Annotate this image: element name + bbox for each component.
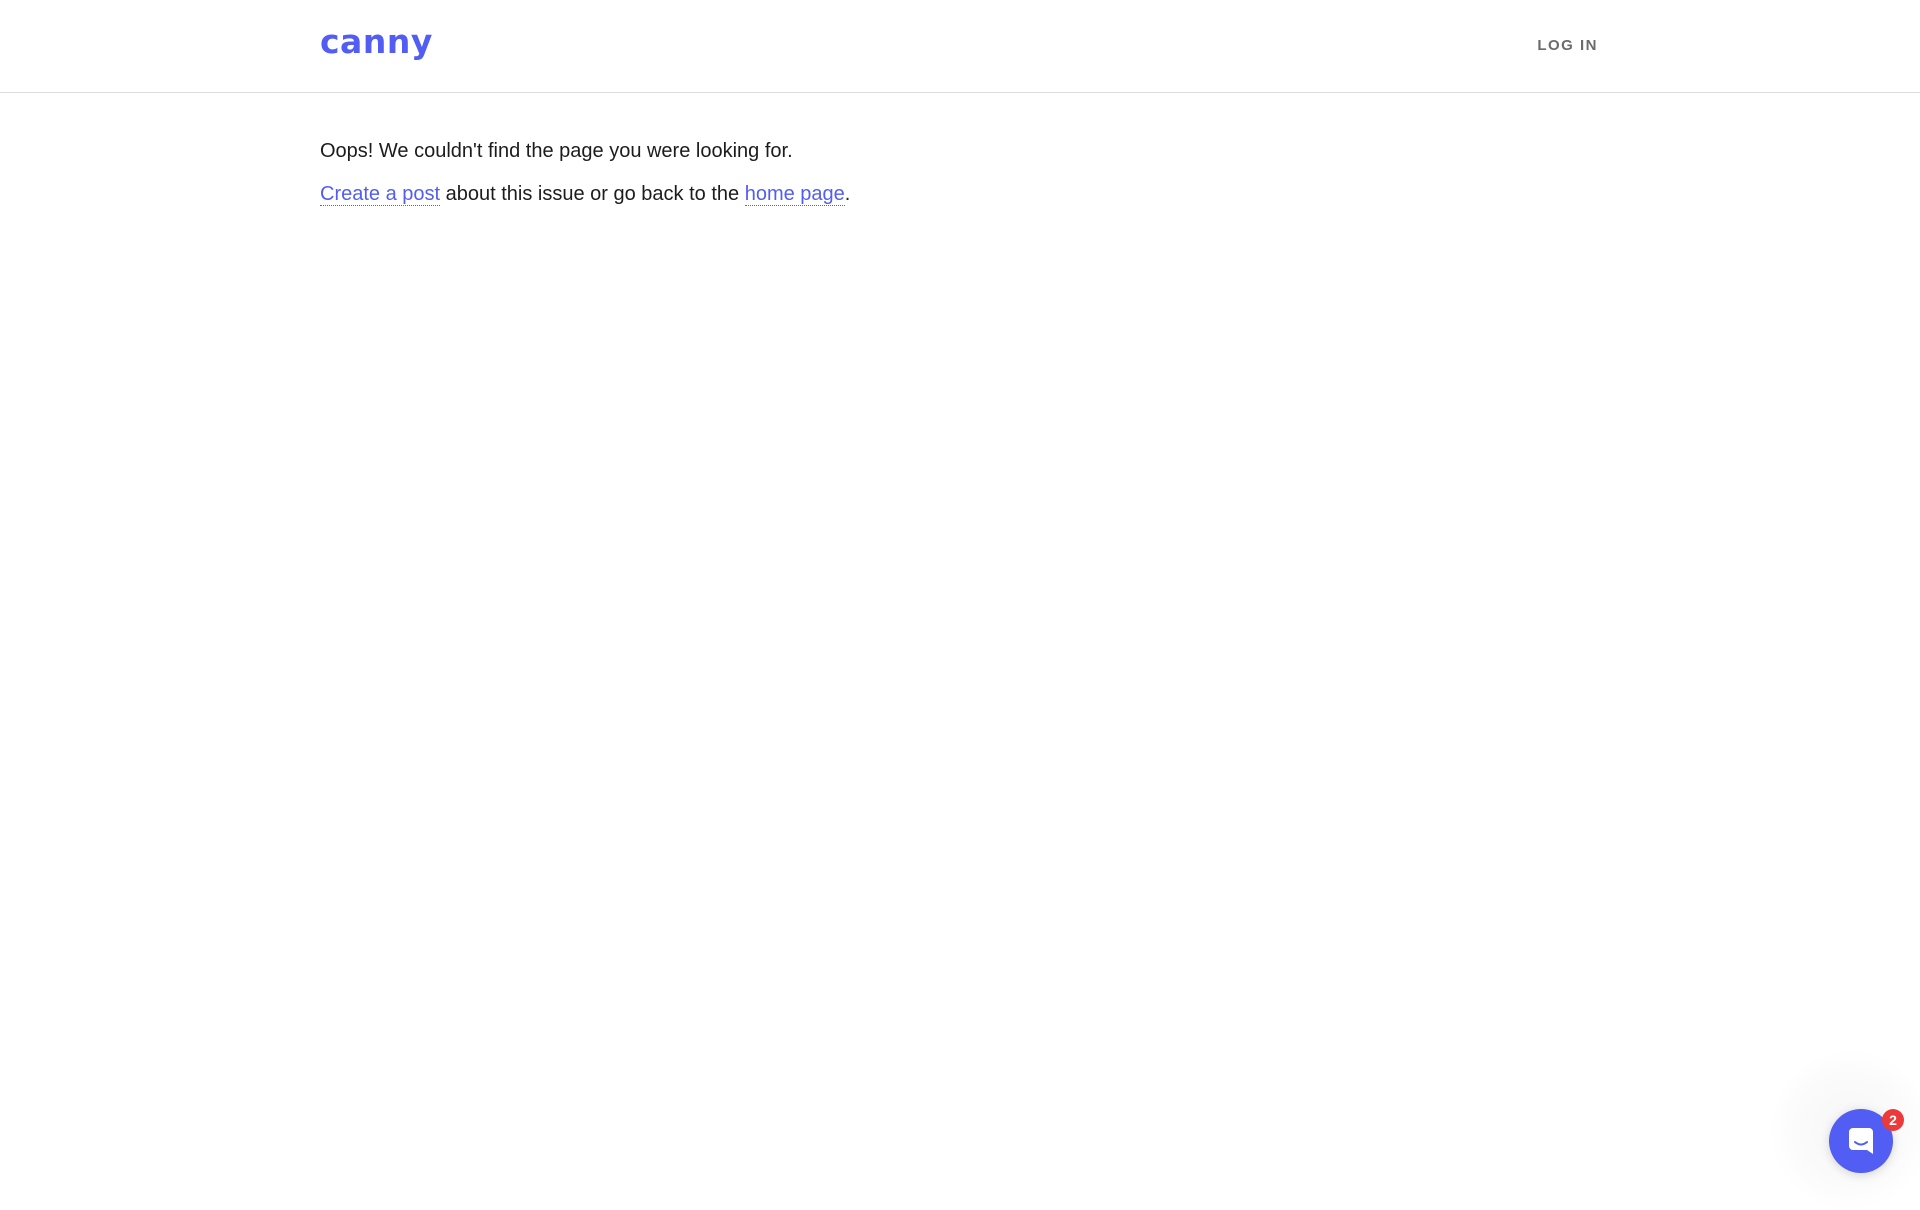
chat-icon [1849,1128,1873,1154]
create-post-link[interactable]: Create a post [320,183,441,206]
help-line: Create a post about this issue or go bac… [320,179,1600,209]
help-middle-text: about this issue or go back to the [440,183,745,205]
site-header: canny LOG IN [0,0,1920,93]
not-found-message: Oops! We couldn't find the page you were… [320,140,793,162]
canny-logo[interactable]: canny [320,22,433,62]
not-found-content: Oops! We couldn't find the page you were… [320,136,1600,222]
home-page-link[interactable]: home page [744,183,845,206]
notification-badge: 2 [1882,1109,1904,1131]
help-end-text: . [844,183,851,205]
log-in-link[interactable]: LOG IN [1537,36,1598,56]
